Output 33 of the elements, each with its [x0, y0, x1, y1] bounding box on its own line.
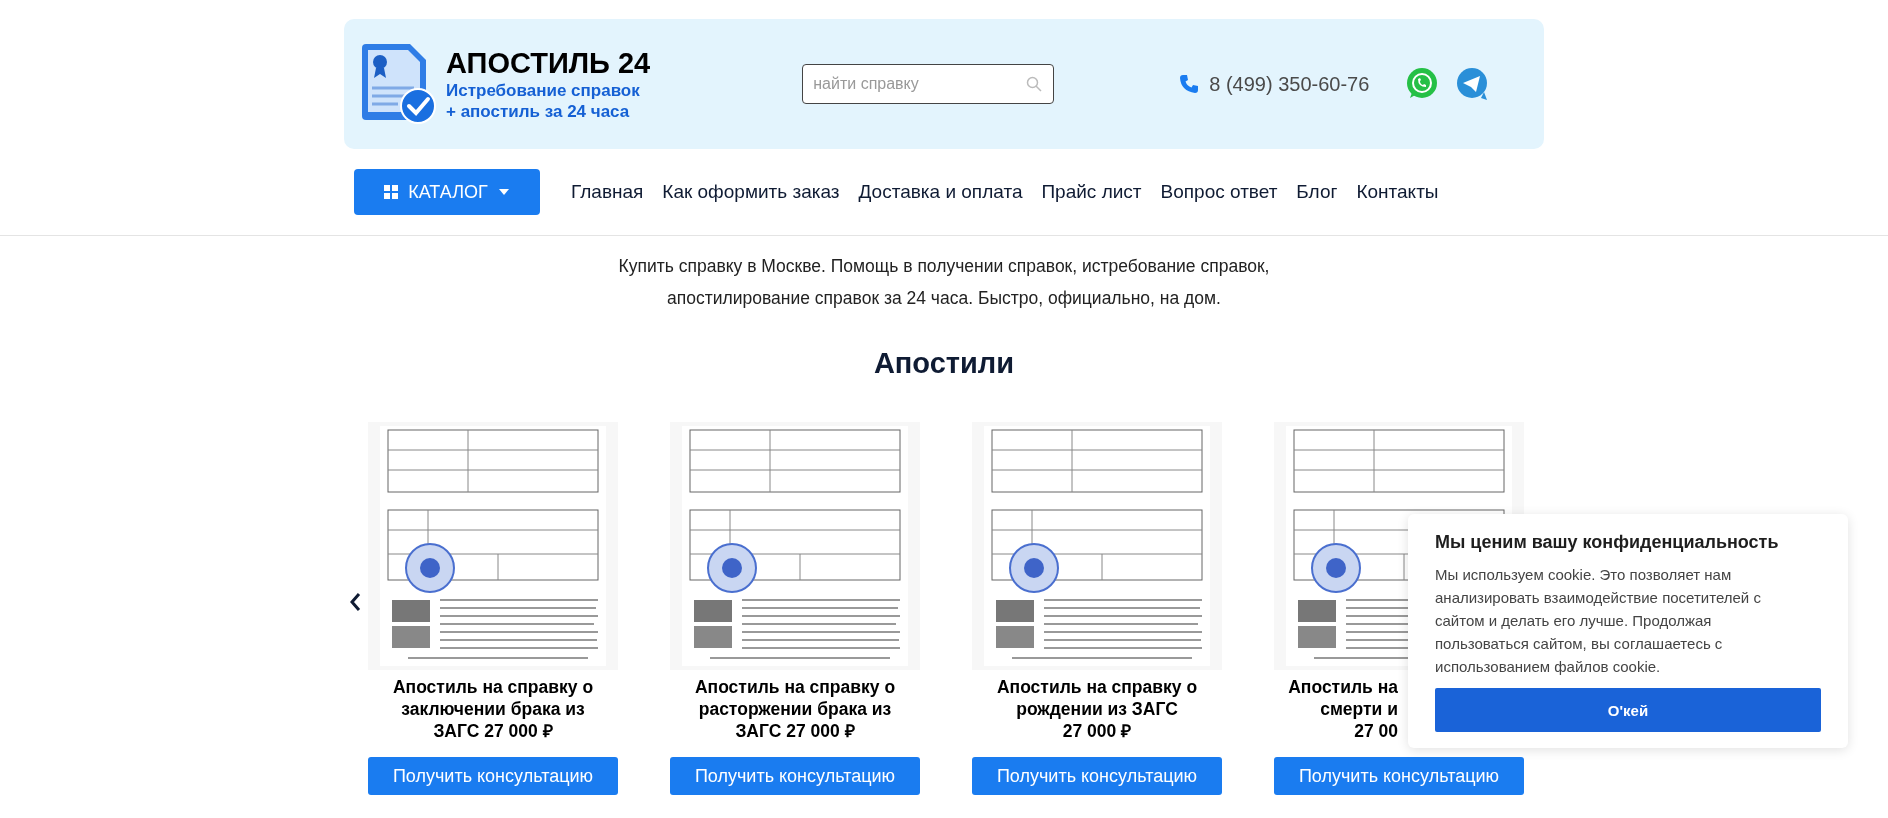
consult-button[interactable]: Получить консультацию	[972, 757, 1222, 795]
nav-link[interactable]: Главная	[571, 181, 644, 203]
site-tagline: + апостиль за 24 часа	[446, 101, 631, 122]
phone-number[interactable]: 8 (499) 350-60-76	[1209, 72, 1370, 96]
product-title: Апостиль на справку о рождении из ЗАГС 27 000 ₽	[996, 676, 1198, 742]
search-icon	[1026, 76, 1043, 92]
chevron-left-icon[interactable]	[348, 591, 362, 613]
nav-link[interactable]: Блог	[1296, 181, 1338, 203]
caret-icon	[497, 188, 510, 196]
telegram-icon[interactable]	[1455, 67, 1490, 101]
nav-link[interactable]: Как оформить заказ	[662, 181, 840, 203]
ok-button[interactable]: О'кей	[1435, 688, 1821, 732]
search-field[interactable]: найти справку	[802, 64, 1055, 104]
grid-icon	[384, 185, 399, 199]
nav-link[interactable]: Контакты	[1356, 181, 1439, 203]
product-title: Апостиль на справку о заключении брака из ЗАГС 27 000 ₽	[392, 676, 594, 742]
site-tagline: Истребование справок	[446, 80, 641, 101]
catalog-button[interactable]: КАТАЛОГ	[354, 169, 540, 215]
product-title: Апостиль на смерти и 27 00	[1287, 676, 1398, 742]
intro-text: Купить справку в Москве. Помощь в получении справок, истребование справок, апостилирование справок за 24 часа. Быстро, официально, на дом.	[617, 255, 1271, 310]
nav-link[interactable]: Вопрос ответ	[1160, 181, 1278, 203]
section-heading: Апостили	[872, 347, 1016, 380]
consult-button[interactable]: Получить консультацию	[1274, 757, 1524, 795]
nav-link[interactable]: Доставка и оплата	[858, 181, 1023, 203]
consult-button[interactable]: Получить консультацию	[368, 757, 618, 795]
nav-link[interactable]: Прайс лист	[1041, 181, 1142, 203]
site-title: АПОСТИЛЬ 24	[446, 46, 651, 80]
product-title: Апостиль на справку о расторжении брака из ЗАГС 27 000 ₽	[694, 676, 896, 742]
whatsapp-icon[interactable]	[1405, 67, 1440, 101]
cookie-title: Мы ценим вашу конфиденциальность	[1435, 532, 1780, 553]
phone-icon	[1179, 74, 1200, 94]
cookie-text: Мы используем cookie. Это позволяет нам анализировать взаимодействие посетителей с сайтом и делать его лучше. Продолжая пользоваться сайтом, вы соглашаетесь с использованием файлов cookie.	[1435, 565, 1762, 677]
consult-button[interactable]: Получить консультацию	[670, 757, 920, 795]
